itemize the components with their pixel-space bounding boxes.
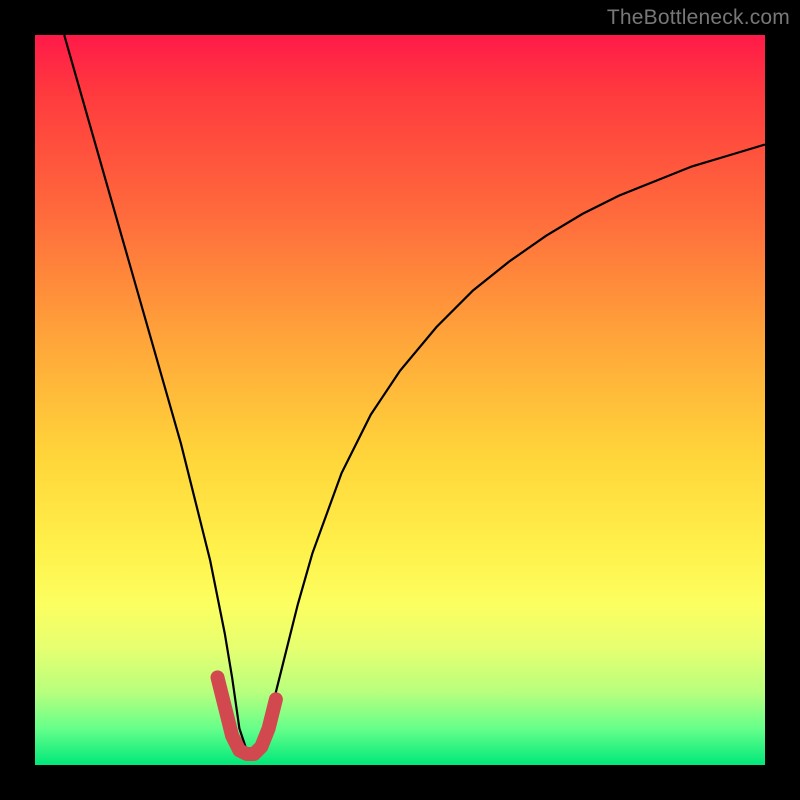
watermark-text: TheBottleneck.com	[607, 6, 790, 30]
main-curve	[64, 35, 765, 750]
curve-layer	[35, 35, 765, 765]
bottom-highlight	[218, 677, 276, 754]
chart-frame: TheBottleneck.com	[0, 0, 800, 800]
plot-area	[35, 35, 765, 765]
